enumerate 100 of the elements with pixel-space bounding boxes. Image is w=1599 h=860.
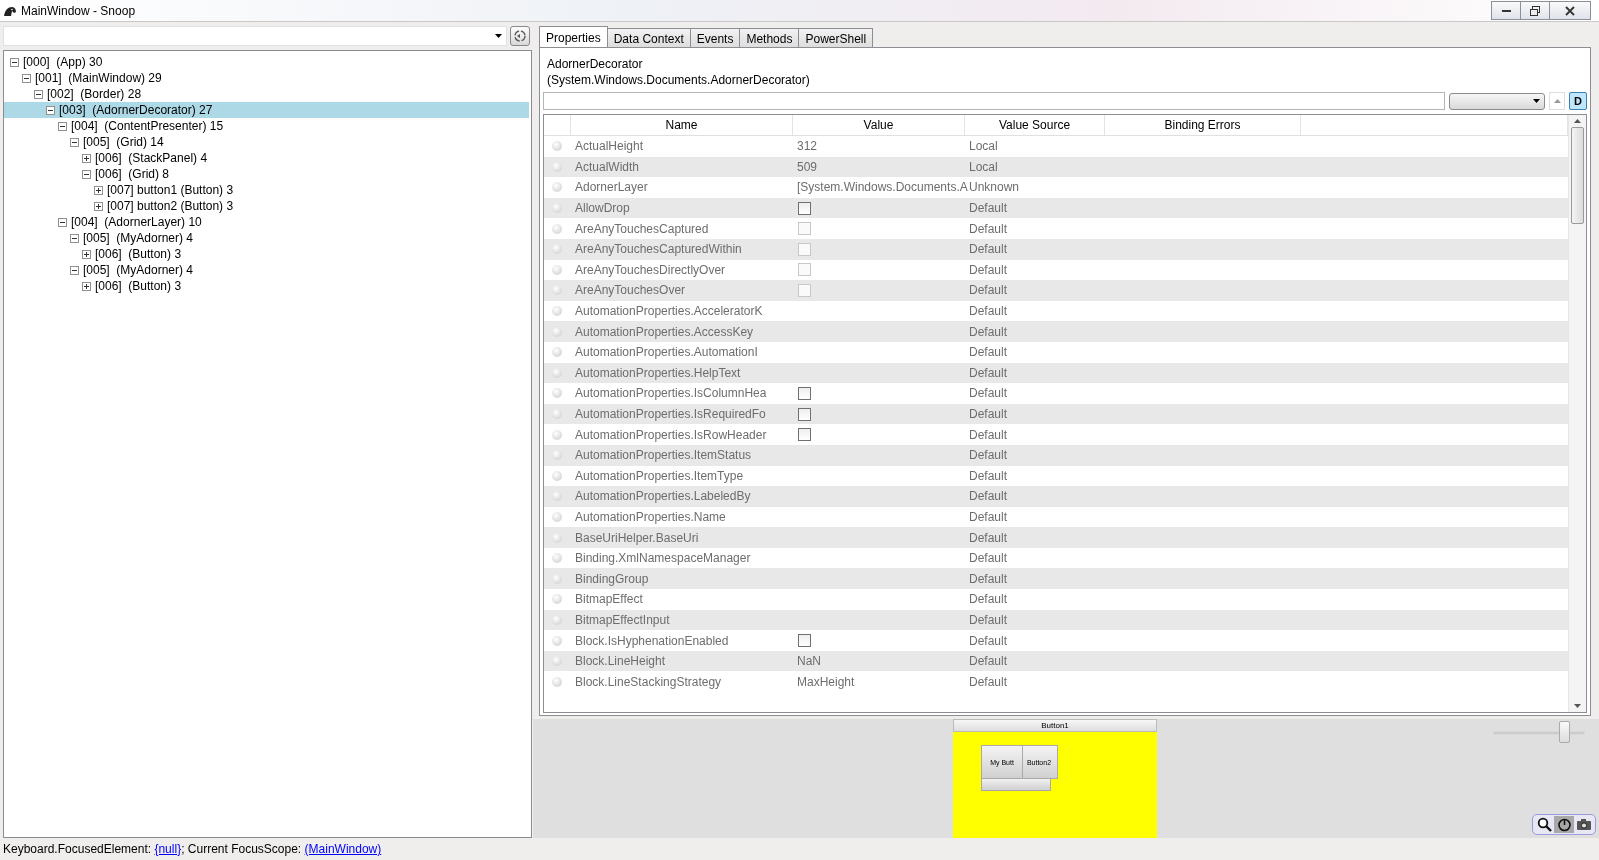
up-button[interactable]: [1549, 92, 1565, 110]
name-cell-text: AreAnyTouchesCapturedWithin: [574, 242, 743, 257]
restore-button[interactable]: [1520, 1, 1550, 20]
expand-icon[interactable]: [94, 201, 103, 211]
default-toggle[interactable]: D: [1569, 92, 1587, 110]
name-cell-text: AutomationProperties.ItemType: [574, 468, 745, 483]
scroll-down-icon[interactable]: [1574, 704, 1581, 708]
value-cell-text: 509: [796, 159, 819, 174]
source-cell-text: Default: [968, 324, 1009, 339]
tree-item[interactable]: [006] (Button) 3: [4, 278, 529, 294]
tree-item[interactable]: [006] (Grid) 8: [4, 166, 529, 182]
tree-item[interactable]: [007] button1 (Button) 3: [4, 182, 529, 198]
filter-field[interactable]: [543, 92, 1445, 110]
scroll-up-icon[interactable]: [1574, 119, 1581, 123]
checkbox[interactable]: [798, 634, 811, 648]
checkbox[interactable]: [798, 407, 811, 421]
collapse-icon[interactable]: [58, 121, 67, 131]
column-header[interactable]: Name: [571, 115, 793, 135]
tree-item[interactable]: [000] (App) 30: [4, 54, 529, 70]
tree-item[interactable]: [002] (Border) 28: [4, 86, 529, 102]
collapse-icon[interactable]: [70, 137, 79, 147]
status-dot-icon: [552, 409, 562, 419]
name-cell-text: AutomationProperties.AcceleratorK: [574, 304, 764, 319]
tree-item[interactable]: [006] (Button) 3: [4, 246, 529, 262]
name-cell-text: Block.LineStackingStrategy: [574, 674, 723, 689]
collapse-icon[interactable]: [34, 89, 43, 99]
collapse-icon[interactable]: [82, 169, 91, 179]
status-dot-icon: [552, 614, 562, 625]
dropdown-icon: [495, 34, 502, 38]
scroll-thumb[interactable]: [1571, 127, 1584, 224]
collapse-icon[interactable]: [70, 265, 79, 275]
collapse-icon[interactable]: [46, 105, 55, 115]
name-cell-text: Block.LineHeight: [574, 654, 667, 669]
filter-dropdown[interactable]: [1449, 92, 1545, 110]
tree-item[interactable]: [001] (MainWindow) 29: [4, 70, 529, 86]
status-label: ; Current FocusScope:: [181, 842, 303, 856]
close-button[interactable]: [1549, 1, 1591, 20]
column-header[interactable]: Value: [793, 115, 965, 135]
tree-item[interactable]: [005] (MyAdorner) 4: [4, 262, 529, 278]
source-cell-text: Default: [968, 551, 1009, 566]
status-dot-icon: [552, 326, 562, 337]
tab[interactable]: Properties: [539, 26, 608, 48]
refresh-icon: [513, 29, 527, 43]
tab[interactable]: Methods: [739, 28, 800, 49]
source-cell-text: Default: [968, 530, 1009, 545]
name-cell-text: AutomationProperties.IsRowHeader: [574, 427, 768, 442]
tree-item[interactable]: [005] (MyAdorner) 4: [4, 230, 529, 246]
collapse-icon[interactable]: [10, 57, 19, 67]
minimize-button[interactable]: [1491, 1, 1521, 20]
name-cell-text: AutomationProperties.AutomationI: [574, 345, 759, 360]
tool-button[interactable]: [1574, 816, 1594, 833]
dropdown-icon: [1533, 99, 1540, 103]
name-cell-text: Binding.XmlNamespaceManager: [574, 551, 752, 566]
checkbox[interactable]: [798, 201, 811, 215]
name-cell-text: AutomationProperties.IsColumnHea: [574, 386, 768, 401]
column-header[interactable]: Value Source: [965, 115, 1105, 135]
tree-item[interactable]: [003] (AdornerDecorator) 27: [4, 102, 529, 118]
name-cell-text: AreAnyTouchesOver: [574, 283, 687, 298]
refresh-button[interactable]: [510, 26, 530, 46]
collapse-icon[interactable]: [58, 217, 67, 227]
tree-item[interactable]: [006] (StackPanel) 4: [4, 150, 529, 166]
source-cell-text: Default: [968, 612, 1009, 627]
scrollbar[interactable]: [1568, 115, 1586, 712]
value-cell-text: NaN: [796, 654, 822, 669]
source-cell-text: Default: [968, 654, 1009, 669]
name-cell-text: AreAnyTouchesDirectlyOver: [574, 262, 727, 277]
name-cell-text: Block.IsHyphenationEnabled: [574, 633, 730, 648]
source-cell-text: Default: [968, 242, 1009, 257]
name-cell-text: AutomationProperties.ItemStatus: [574, 448, 753, 463]
tab[interactable]: PowerShell: [798, 28, 874, 49]
checkbox[interactable]: [798, 428, 811, 442]
power-icon: [1556, 817, 1572, 832]
focus-scope-link[interactable]: (MainWindow): [304, 842, 382, 856]
name-cell-text: AutomationProperties.HelpText: [574, 365, 742, 380]
source-cell-text: Default: [968, 345, 1009, 360]
column-header[interactable]: Binding Errors: [1105, 115, 1301, 135]
expand-icon[interactable]: [82, 249, 91, 259]
source-cell-text: Default: [968, 489, 1009, 504]
slider-thumb[interactable]: [1559, 721, 1570, 743]
checkbox[interactable]: [798, 386, 811, 400]
source-cell-text: Default: [968, 407, 1009, 421]
camera-icon: [1576, 818, 1592, 831]
tool-button[interactable]: [1554, 816, 1574, 833]
source-cell-text: Unknown: [968, 180, 1021, 195]
status-dot-icon: [552, 264, 562, 275]
tree-item[interactable]: [004] (AdornerLayer) 10: [4, 214, 529, 230]
search-icon: [1536, 817, 1552, 832]
expand-icon[interactable]: [82, 281, 91, 291]
tree-item[interactable]: [005] (Grid) 14: [4, 134, 529, 150]
name-cell-text: AutomationProperties.IsRequiredFo: [574, 407, 767, 421]
status-dot-icon: [552, 388, 562, 399]
tree-item[interactable]: [004] (ContentPresenter) 15: [4, 118, 529, 134]
collapse-icon[interactable]: [70, 233, 79, 243]
tree-item[interactable]: [007] button2 (Button) 3: [4, 198, 529, 214]
collapse-icon[interactable]: [22, 73, 31, 83]
expand-icon[interactable]: [82, 153, 91, 163]
expand-icon[interactable]: [94, 185, 103, 195]
source-cell-text: Default: [968, 674, 1009, 689]
status-dot-icon: [552, 203, 562, 214]
name-cell-text: ActualWidth: [574, 159, 641, 174]
